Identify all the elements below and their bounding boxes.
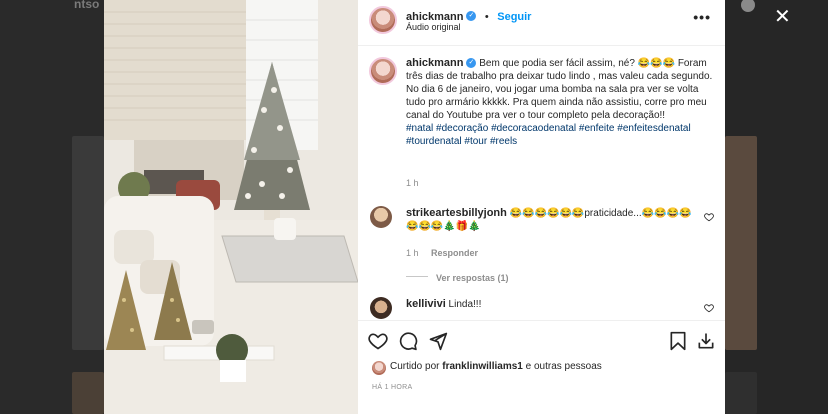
- comment-like-heart-icon[interactable]: [704, 303, 714, 313]
- reply-button[interactable]: Responder: [431, 248, 478, 258]
- verified-badge-icon: ✓: [466, 10, 477, 21]
- post-header: ahickmann ✓ • Seguir Áudio original •••: [358, 0, 725, 46]
- caption-first-line: Bem que podia ser fácil assim, né? 😂😂😂: [479, 58, 676, 69]
- action-bar: [358, 320, 725, 360]
- caption-hashtags[interactable]: #natal #decoração #decoracaodenatal #enf…: [406, 123, 691, 147]
- more-options-icon[interactable]: •••: [693, 9, 711, 25]
- comment-timestamp: 1 h: [406, 248, 419, 258]
- background-feed-left: ntso: [0, 0, 104, 414]
- comment-avatar[interactable]: [370, 297, 392, 319]
- replies-divider: [406, 276, 428, 278]
- share-icon[interactable]: [428, 331, 448, 351]
- comment-username[interactable]: kellivivi: [406, 298, 446, 310]
- background-tile: [72, 372, 104, 414]
- heart-icon[interactable]: [368, 331, 388, 351]
- close-icon[interactable]: ✕: [774, 6, 791, 26]
- living-room-image: [104, 0, 358, 414]
- post-timestamp[interactable]: HÁ 1 HORA: [372, 384, 412, 391]
- caption-timestamp: 1 h: [406, 178, 419, 188]
- background-tile: [725, 136, 757, 350]
- background-partial-text: ntso: [74, 0, 100, 11]
- background-icon: [741, 0, 755, 12]
- audio-label[interactable]: Áudio original: [406, 22, 461, 32]
- download-icon[interactable]: [696, 331, 716, 351]
- comment-text: Linda!!!: [448, 299, 482, 310]
- comment-item: strikeartesbillyjonh 😂😂😂😂😂😂praticidade..…: [406, 207, 696, 233]
- liked-by-prefix: Curtido por: [390, 361, 440, 372]
- verified-badge-icon: ✓: [466, 58, 477, 69]
- view-replies-row[interactable]: Ver respostas (1): [406, 268, 509, 286]
- liked-by-line: Curtido por franklinwilliams1 e outras p…: [390, 361, 602, 372]
- comment-username[interactable]: strikeartesbillyjonh: [406, 207, 507, 219]
- comment-item: kellivivi Linda!!!: [406, 298, 481, 311]
- liked-by-suffix[interactable]: e outras pessoas: [526, 361, 602, 372]
- comment-avatar[interactable]: [370, 206, 392, 228]
- post-media-video[interactable]: [104, 0, 358, 414]
- comment-like-heart-icon[interactable]: [704, 212, 714, 222]
- background-tile: [72, 136, 104, 350]
- caption-author-avatar[interactable]: [369, 57, 397, 85]
- liker-avatar[interactable]: [372, 361, 386, 375]
- post-detail-panel: ahickmann ✓ • Seguir Áudio original ••• a…: [358, 0, 725, 414]
- background-tile: [725, 372, 757, 414]
- separator-dot: •: [484, 11, 489, 23]
- caption-author-username[interactable]: ahickmann: [406, 57, 463, 69]
- background-feed-right: [725, 0, 828, 414]
- comment-icon[interactable]: [398, 331, 418, 351]
- follow-button[interactable]: Seguir: [497, 11, 531, 23]
- bookmark-icon[interactable]: [668, 331, 688, 351]
- author-avatar[interactable]: [369, 6, 397, 34]
- comment-meta: 1 h Responder: [406, 243, 478, 261]
- post-caption: ahickmann ✓ Bem que podia ser fácil assim…: [406, 57, 714, 148]
- view-replies-button[interactable]: Ver respostas (1): [436, 273, 509, 283]
- liked-by-username[interactable]: franklinwilliams1: [442, 361, 523, 372]
